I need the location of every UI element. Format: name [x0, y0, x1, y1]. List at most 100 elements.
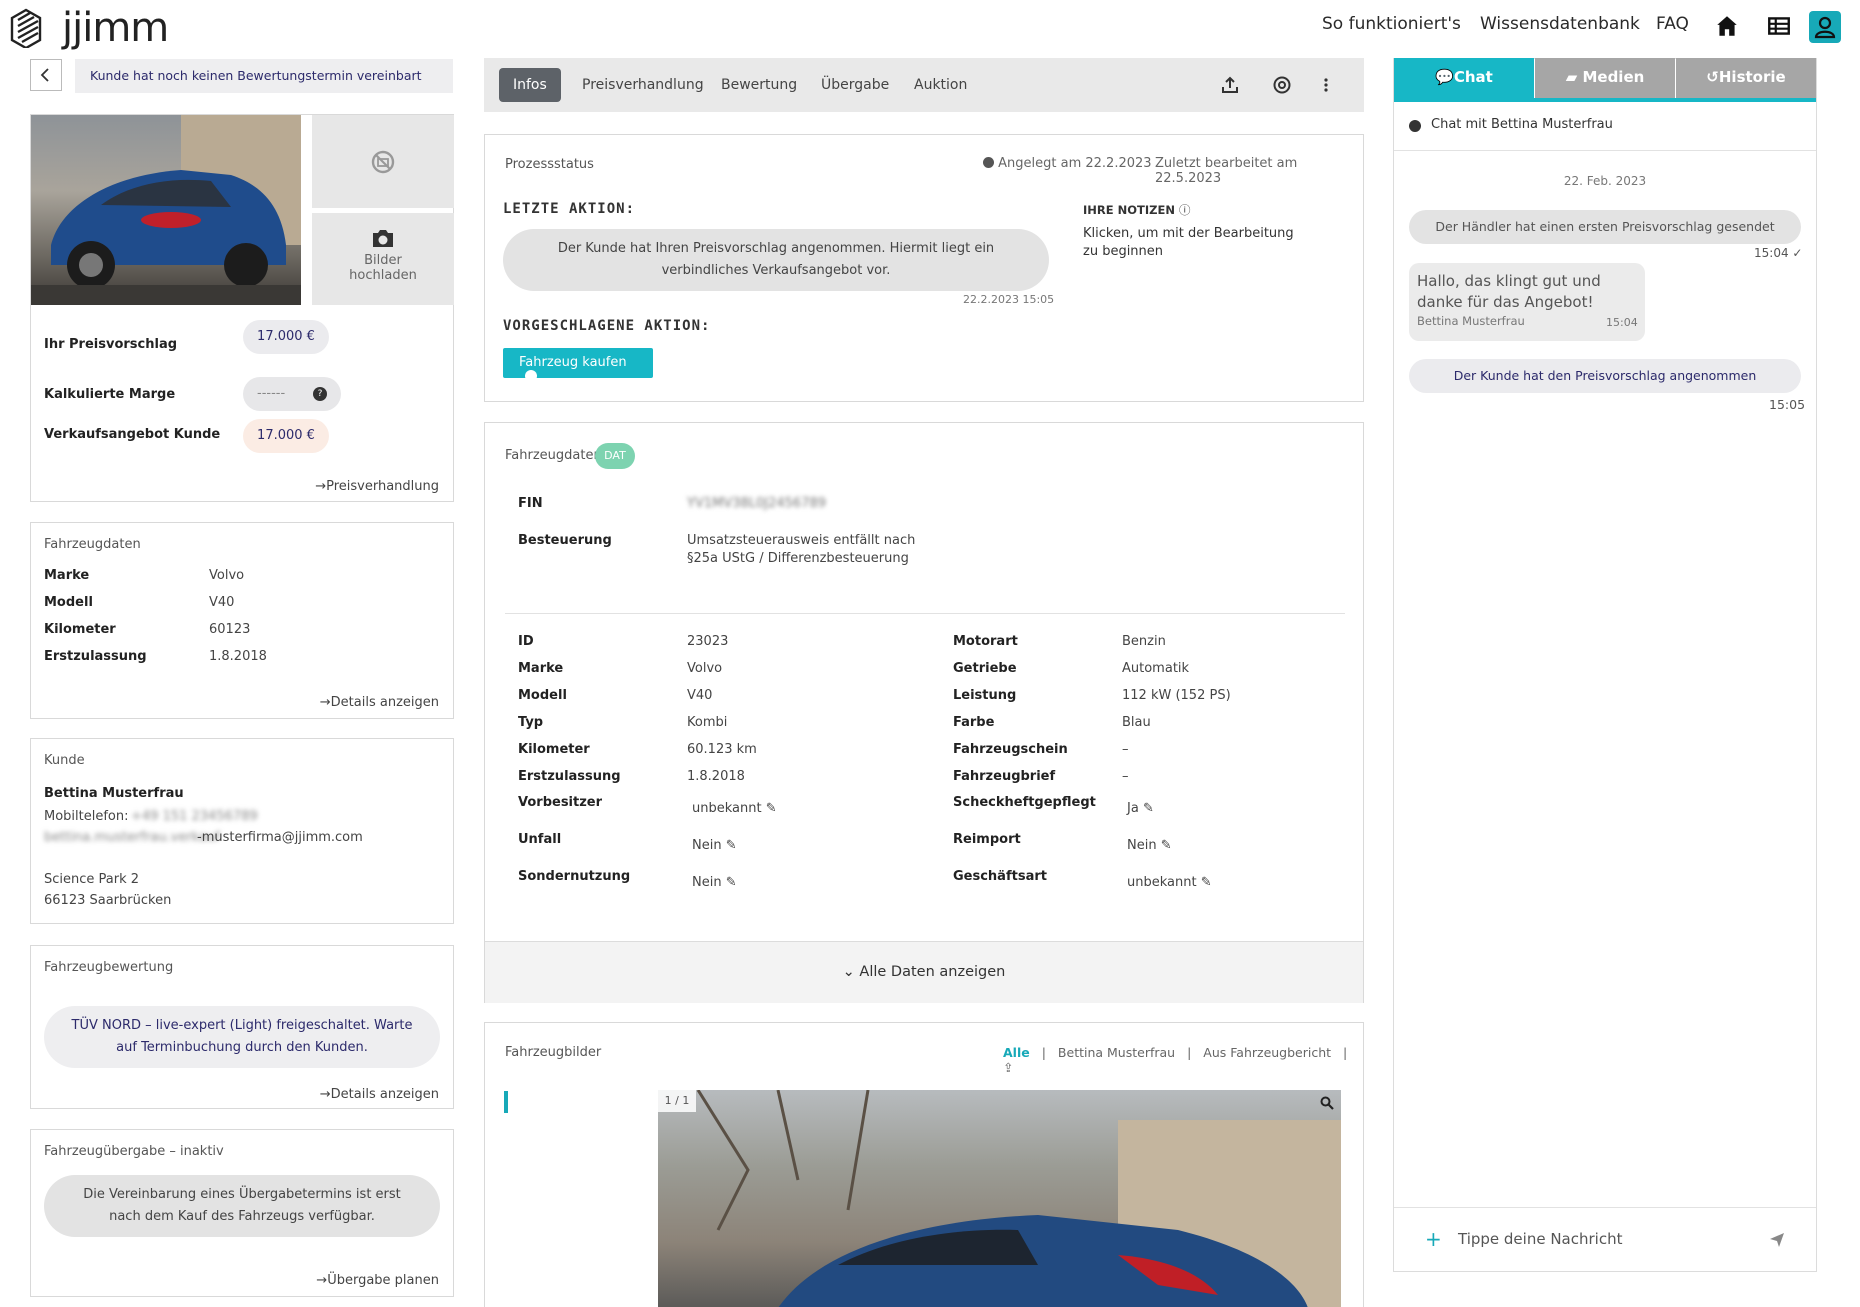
- filter-separator: |: [1187, 1045, 1192, 1060]
- divider: [505, 613, 1345, 614]
- vd-label-type: Typ: [518, 715, 544, 730]
- zoom-icon[interactable]: [1320, 1096, 1334, 1110]
- price-offer-value[interactable]: 17.000 €: [243, 320, 329, 354]
- vd-label-special-use: Sondernutzung: [518, 869, 631, 884]
- vehicle-images-title: Fahrzeugbilder: [505, 1045, 602, 1060]
- nav-knowledge-base[interactable]: Wissensdatenbank: [1480, 14, 1640, 34]
- vd-label-title-doc: Fahrzeugbrief: [953, 769, 1056, 784]
- filter-all[interactable]: Alle: [1003, 1045, 1030, 1060]
- vd-value-accident[interactable]: Nein ✎: [692, 838, 737, 853]
- nav-how-it-works[interactable]: So funktioniert's: [1322, 14, 1461, 34]
- vd-value-fuel: Benzin: [1122, 634, 1166, 649]
- chat-message-author: Bettina Musterfrau: [1417, 314, 1525, 328]
- tab-handover[interactable]: Übergabe: [821, 77, 889, 93]
- chevron-left-icon: [40, 68, 49, 82]
- edit-icon[interactable]: ✎: [1143, 801, 1154, 816]
- vd-value-service-book[interactable]: Ja ✎: [1127, 801, 1154, 816]
- jjimm-logo[interactable]: jjimm: [8, 5, 169, 51]
- vd-label-business-type: Geschäftsart: [953, 869, 1047, 884]
- share-icon[interactable]: [1220, 75, 1240, 95]
- chat-date: 22. Feb. 2023: [1563, 174, 1647, 188]
- rating-status-text: TÜV NORD – live-expert (Light) freigesch…: [44, 1006, 440, 1068]
- vd-value-power: 112 kW (152 PS): [1122, 688, 1231, 703]
- customer-email[interactable]: -musterfirma@jjimm.com: [197, 830, 363, 845]
- edit-icon[interactable]: ✎: [1201, 875, 1212, 890]
- image-counter: 1 / 1: [658, 1090, 696, 1112]
- message-2-time: 15:05: [1769, 397, 1806, 412]
- tab-auction[interactable]: Auktion: [914, 77, 967, 93]
- image-filter-bar: Alle | Bettina Musterfrau | Aus Fahrzeug…: [1003, 1045, 1363, 1075]
- user-menu-button[interactable]: [1809, 11, 1841, 43]
- vehicle-images-card: Fahrzeugbilder Alle | Bettina Musterfrau…: [484, 1022, 1364, 1307]
- tab-history[interactable]: ↺Historie: [1676, 58, 1816, 98]
- message-input[interactable]: Tippe deine Nachricht: [1458, 1230, 1758, 1248]
- filter-customer[interactable]: Bettina Musterfrau: [1058, 1045, 1175, 1060]
- clock-icon: [983, 157, 994, 168]
- tab-media[interactable]: ▰ Medien: [1535, 58, 1675, 98]
- vd-value-gearbox: Automatik: [1122, 661, 1190, 676]
- back-button[interactable]: [30, 59, 62, 91]
- tab-infos[interactable]: Infos: [499, 68, 561, 102]
- plan-handover-link[interactable]: →Übergabe planen: [316, 1273, 439, 1288]
- tab-chat[interactable]: 💬Chat: [1394, 58, 1534, 98]
- filter-separator: |: [1343, 1045, 1348, 1060]
- help-icon[interactable]: ?: [313, 387, 327, 401]
- vd-value-make: Volvo: [687, 661, 723, 676]
- vd-label-make: Marke: [518, 661, 564, 676]
- vehicle-main-image[interactable]: 1 / 1: [658, 1090, 1341, 1307]
- margin-text: ------: [257, 386, 286, 401]
- rating-details-link[interactable]: →Details anzeigen: [320, 1087, 439, 1102]
- vd-value-special-use[interactable]: Nein ✎: [692, 875, 737, 890]
- message-1-time-text: 15:04: [1754, 246, 1789, 260]
- add-attachment-icon[interactable]: +: [1425, 1227, 1442, 1251]
- upload-images-button[interactable]: Bilder hochladen: [312, 213, 454, 305]
- camera-icon: [373, 230, 393, 247]
- vehicle-summary-title: Fahrzeugdaten: [44, 537, 141, 552]
- vd-label-model: Modell: [518, 688, 567, 703]
- vd-value-reimport[interactable]: Nein ✎: [1127, 838, 1172, 853]
- vehicle-details-link[interactable]: →Details anzeigen: [320, 695, 439, 710]
- vehicle-thumbnail[interactable]: [31, 115, 301, 305]
- tab-underline: [1394, 98, 1816, 102]
- vs-value-model: V40: [209, 595, 235, 610]
- vd-label-reimport: Reimport: [953, 832, 1021, 847]
- suggested-action-heading: VORGESCHLAGENE AKTION:: [503, 318, 711, 334]
- edit-icon[interactable]: ✎: [726, 838, 737, 853]
- vd-value-previous-owner[interactable]: unbekannt ✎: [692, 801, 777, 816]
- support-icon[interactable]: [1272, 75, 1292, 95]
- customer-name: Bettina Musterfrau: [44, 786, 184, 801]
- no-image-slot: [312, 115, 454, 208]
- vd-value-km: 60.123 km: [687, 742, 757, 757]
- vehicle-details-label: Details anzeigen: [330, 695, 439, 710]
- vehicle-summary-card: Fahrzeugdaten Marke Volvo Modell V40 Kil…: [30, 522, 454, 719]
- home-icon[interactable]: [1714, 13, 1740, 39]
- edit-icon[interactable]: ✎: [1161, 838, 1172, 853]
- send-icon[interactable]: [1769, 1232, 1785, 1248]
- table-icon[interactable]: [1766, 13, 1792, 39]
- notes-heading: IHRE NOTIZEN ⓘ: [1083, 202, 1190, 218]
- fin-label: FIN: [518, 496, 543, 511]
- price-negotiation-link[interactable]: →Preisverhandlung: [315, 479, 439, 494]
- tab-media-label: Medien: [1582, 68, 1645, 86]
- accident-value: Nein: [692, 838, 722, 853]
- process-status-card: Prozessstatus Angelegt am 22.2.2023 Zule…: [484, 134, 1364, 402]
- more-options-icon[interactable]: [1322, 75, 1330, 95]
- vd-value-business-type[interactable]: unbekannt ✎: [1127, 875, 1212, 890]
- edit-icon[interactable]: ✎: [766, 801, 777, 816]
- chat-message-time: 15:04: [1606, 316, 1638, 329]
- vs-value-km: 60123: [209, 622, 251, 637]
- notes-help-icon[interactable]: ⓘ: [1179, 203, 1191, 217]
- tab-rating[interactable]: Bewertung: [721, 77, 797, 93]
- nav-faq[interactable]: FAQ: [1656, 14, 1689, 34]
- vd-label-previous-owner: Vorbesitzer: [518, 795, 603, 810]
- buy-vehicle-button[interactable]: Fahrzeug kaufen: [503, 348, 653, 382]
- car-photo-graphic: [31, 115, 301, 305]
- tab-price-negotiation[interactable]: Preisverhandlung: [582, 77, 704, 93]
- show-all-data-button[interactable]: ⌄ Alle Daten anzeigen: [485, 941, 1363, 1003]
- filter-report[interactable]: Aus Fahrzeugbericht: [1203, 1045, 1331, 1060]
- notes-text[interactable]: Klicken, um mit der Bearbeitung zu begin…: [1083, 225, 1298, 261]
- vd-value-title-doc: –: [1122, 769, 1129, 784]
- edit-icon[interactable]: ✎: [726, 875, 737, 890]
- vd-label-registration-doc: Fahrzeugschein: [953, 742, 1068, 757]
- upload-image-icon[interactable]: ⇪: [1003, 1060, 1013, 1075]
